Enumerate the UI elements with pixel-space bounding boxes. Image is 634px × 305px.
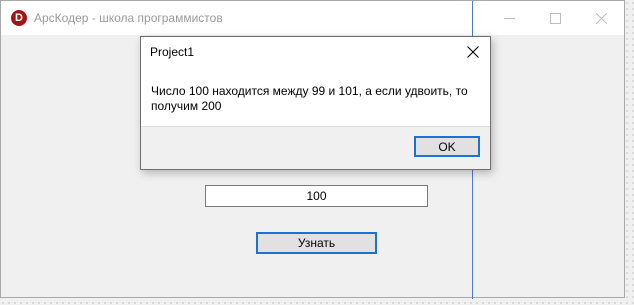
minimize-button[interactable] — [486, 1, 532, 35]
dialog-title: Project1 — [150, 45, 195, 59]
close-icon — [595, 12, 607, 24]
dialog-close-button[interactable] — [462, 42, 484, 62]
dialog-message: Число 100 находится между 99 и 101, а ес… — [151, 84, 468, 113]
find-out-button[interactable]: Узнать — [256, 232, 377, 254]
title-bar[interactable]: D АрсКодер - школа программистов — [1, 1, 624, 35]
maximize-icon — [549, 12, 561, 24]
number-input[interactable]: 100 — [205, 185, 428, 207]
ok-button[interactable]: OK — [414, 136, 480, 157]
maximize-button[interactable] — [532, 1, 578, 35]
minimize-icon — [503, 17, 515, 19]
close-window-button[interactable] — [578, 1, 624, 35]
app-logo-icon[interactable]: D — [11, 10, 27, 26]
dialog-footer: OK — [141, 126, 490, 169]
window-title: АрсКодер - школа программистов — [34, 11, 223, 25]
message-dialog: Project1 Число 100 находится между 99 и … — [140, 36, 491, 170]
close-icon — [467, 46, 479, 58]
